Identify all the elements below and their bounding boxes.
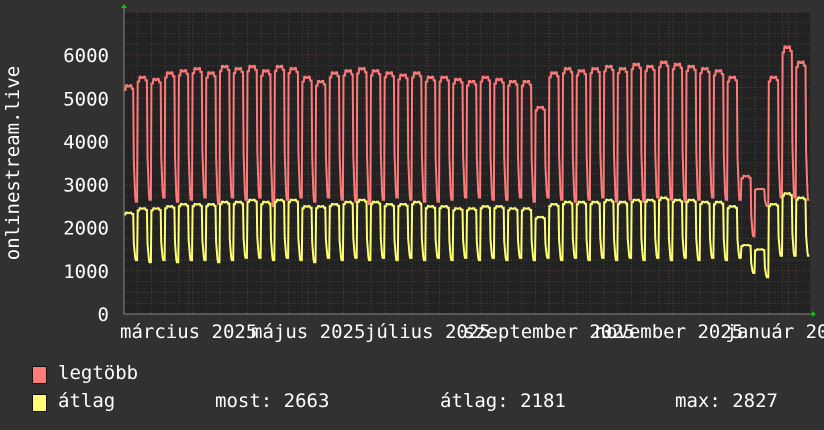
y-axis-label: onlinestream.live bbox=[2, 66, 24, 260]
legend-label-atlag: átlag bbox=[58, 390, 116, 412]
stat-most: most: 2663 bbox=[215, 390, 330, 412]
y-tick-label: 2000 bbox=[63, 218, 109, 240]
y-tick-label: 0 bbox=[98, 304, 109, 326]
y-tick-label: 6000 bbox=[63, 45, 109, 67]
y-tick-label: 5000 bbox=[63, 88, 109, 110]
legend-swatch-legtobb bbox=[32, 366, 47, 384]
x-tick-label: május 2025 bbox=[251, 321, 365, 343]
x-tick-label: március 2025 bbox=[120, 321, 257, 343]
y-axis-arrow-icon bbox=[121, 4, 127, 8]
y-tick-label: 3000 bbox=[63, 175, 109, 197]
chart: március 2025május 2025 július 2025szeptem… bbox=[2, 4, 824, 343]
x-axis-arrow-icon bbox=[812, 311, 816, 317]
x-tick-label: január 2026 bbox=[726, 321, 824, 343]
legend-label-legtobb: legtöbb bbox=[58, 362, 139, 384]
stat-atlag: átlag: 2181 bbox=[440, 390, 566, 412]
y-tick-label: 4000 bbox=[63, 131, 109, 153]
legend-swatch-atlag bbox=[32, 394, 47, 412]
x-tick-label: november 2025 bbox=[595, 321, 744, 343]
y-tick-label: 1000 bbox=[63, 261, 109, 283]
stat-max: max: 2827 bbox=[675, 390, 778, 412]
